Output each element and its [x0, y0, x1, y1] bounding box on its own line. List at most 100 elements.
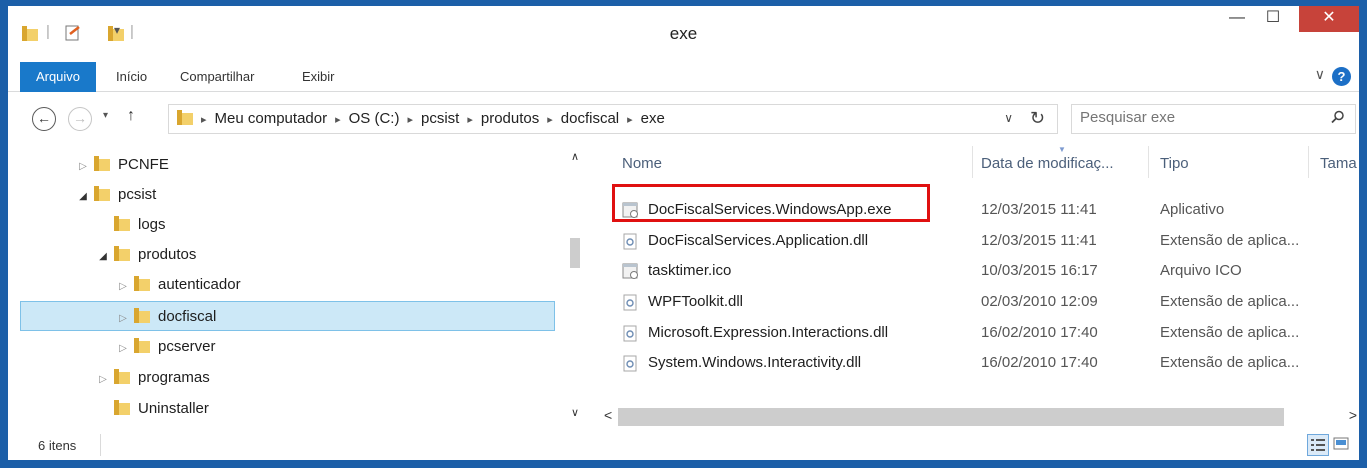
- tree-item-produtos[interactable]: ◢ produtos: [20, 240, 555, 270]
- maximize-button[interactable]: ☐: [1259, 6, 1287, 32]
- tree-item-label: logs: [138, 216, 166, 233]
- column-data-modificacao[interactable]: Data de modificaç...: [981, 155, 1114, 172]
- file-row[interactable]: tasktimer.ico 10/03/2015 16:17 Arquivo I…: [602, 256, 1359, 286]
- breadcrumb-separator[interactable]: ▸: [407, 114, 413, 126]
- expand-icon[interactable]: ▷: [116, 272, 130, 302]
- expand-icon[interactable]: ▷: [116, 304, 130, 334]
- tab-inicio[interactable]: Início: [116, 66, 147, 88]
- scroll-up-icon[interactable]: ∧: [571, 150, 579, 163]
- folder-icon: [114, 400, 130, 415]
- folder-icon: [114, 246, 130, 261]
- breadcrumb: ▸ Meu computador ▸ OS (C:) ▸ pcsist ▸ produtos ▸…: [177, 110, 665, 127]
- tab-exibir[interactable]: Exibir: [302, 66, 335, 88]
- column-tamanho[interactable]: Tama: [1320, 155, 1357, 172]
- navigation-pane: ▷ PCNFE ◢ pcsist logs ◢ produtos ▷ autentica…: [20, 142, 580, 427]
- search-input[interactable]: [1080, 109, 1310, 126]
- column-divider[interactable]: [1308, 146, 1309, 178]
- folder-icon: [134, 276, 150, 291]
- file-type: Extensão de aplica...: [1160, 232, 1300, 249]
- breadcrumb-item[interactable]: exe: [641, 110, 665, 127]
- tree-item-programas[interactable]: ▷ programas: [20, 363, 555, 393]
- file-row[interactable]: DocFiscalServices.Application.dll 12/03/…: [602, 226, 1359, 256]
- file-type: Extensão de aplica...: [1160, 324, 1300, 341]
- recent-locations-icon[interactable]: ▾: [103, 110, 108, 121]
- tree-item-pcserver[interactable]: ▷ pcserver: [20, 332, 555, 362]
- column-tipo[interactable]: Tipo: [1160, 155, 1189, 172]
- close-button[interactable]: ✕: [1299, 6, 1359, 32]
- window-frame: | ▾ | exe — ☐ ✕ Arquivo Início Compartil…: [0, 0, 1367, 468]
- tab-arquivo[interactable]: Arquivo: [20, 62, 96, 92]
- expand-icon[interactable]: ▷: [76, 152, 90, 182]
- breadcrumb-separator[interactable]: ▸: [201, 114, 207, 126]
- tree-item-uninstaller[interactable]: Uninstaller: [20, 394, 555, 424]
- tree-item-logs[interactable]: logs: [20, 210, 555, 240]
- file-type: Extensão de aplica...: [1160, 293, 1300, 310]
- scroll-thumb[interactable]: [570, 238, 580, 268]
- help-icon[interactable]: ?: [1332, 67, 1351, 86]
- folder-icon: [114, 216, 130, 231]
- large-icons-view-button[interactable]: [1331, 434, 1353, 456]
- file-type: Aplicativo: [1160, 201, 1225, 218]
- ribbon-tabs: Arquivo Início Compartilhar Exibir ∨ ?: [8, 62, 1359, 92]
- minimize-button[interactable]: —: [1223, 6, 1251, 32]
- large-icons-view-icon: [1333, 437, 1349, 450]
- collapse-icon[interactable]: ◢: [76, 182, 90, 212]
- file-row[interactable]: System.Windows.Interactivity.dll 16/02/2…: [602, 348, 1359, 378]
- scroll-thumb[interactable]: [618, 408, 1284, 426]
- address-bar[interactable]: ▸ Meu computador ▸ OS (C:) ▸ pcsist ▸ produtos ▸…: [168, 104, 1058, 134]
- tree-item-label: docfiscal: [158, 308, 217, 325]
- navigation-bar: ← → ▾ ↑ ▸ Meu computador ▸ OS (C:) ▸ pcsist ▸ p…: [8, 94, 1359, 140]
- tree-item-label: pcserver: [158, 338, 216, 355]
- breadcrumb-item[interactable]: pcsist: [421, 110, 459, 127]
- folder-icon: [94, 186, 110, 201]
- breadcrumb-separator[interactable]: ▸: [335, 114, 341, 126]
- tree-item-autenticador[interactable]: ▷ autenticador: [20, 270, 555, 300]
- breadcrumb-item[interactable]: docfiscal: [561, 110, 619, 127]
- dll-icon: [623, 325, 637, 342]
- horizontal-scrollbar[interactable]: < >: [602, 404, 1359, 426]
- folder-icon: [134, 338, 150, 353]
- folder-icon: [94, 156, 110, 171]
- breadcrumb-separator[interactable]: ▸: [467, 114, 473, 126]
- breadcrumb-separator[interactable]: ▸: [547, 114, 553, 126]
- file-row[interactable]: WPFToolkit.dll 02/03/2010 12:09 Extensão…: [602, 287, 1359, 317]
- dll-icon: [623, 294, 637, 311]
- tree-item-pcsist[interactable]: ◢ pcsist: [20, 180, 555, 210]
- tab-compartilhar[interactable]: Compartilhar: [180, 66, 254, 88]
- expand-ribbon-icon[interactable]: ∨: [1315, 66, 1325, 83]
- scroll-left-icon[interactable]: <: [604, 407, 612, 423]
- breadcrumb-item[interactable]: Meu computador: [215, 110, 328, 127]
- forward-button[interactable]: →: [68, 107, 92, 131]
- expand-icon[interactable]: ▷: [96, 365, 110, 395]
- tree-item-label: programas: [138, 369, 210, 386]
- title-bar: | ▾ | exe — ☐ ✕: [8, 6, 1359, 58]
- refresh-icon[interactable]: ↻: [1030, 108, 1045, 129]
- breadcrumb-item[interactable]: produtos: [481, 110, 539, 127]
- back-button[interactable]: ←: [32, 107, 56, 131]
- details-view-button[interactable]: [1307, 434, 1329, 456]
- tree-item-docfiscal[interactable]: ▷ docfiscal: [20, 301, 555, 331]
- status-bar: 6 itens: [8, 430, 1359, 460]
- up-button[interactable]: ↑: [127, 107, 135, 125]
- column-divider[interactable]: [972, 146, 973, 178]
- file-name: DocFiscalServices.Application.dll: [648, 232, 869, 249]
- file-row[interactable]: Microsoft.Expression.Interactions.dll 16…: [602, 318, 1359, 348]
- collapse-icon[interactable]: ◢: [96, 242, 110, 272]
- dll-icon: [623, 355, 637, 372]
- breadcrumb-item[interactable]: OS (C:): [349, 110, 400, 127]
- column-nome[interactable]: Nome: [622, 155, 662, 172]
- breadcrumb-separator[interactable]: ▸: [627, 114, 633, 126]
- explorer-window: | ▾ | exe — ☐ ✕ Arquivo Início Compartil…: [8, 6, 1359, 460]
- file-type: Arquivo ICO: [1160, 262, 1242, 279]
- navigation-scrollbar[interactable]: ∧ ∨: [568, 142, 580, 427]
- tree-item-pcnfe[interactable]: ▷ PCNFE: [20, 150, 555, 180]
- address-dropdown-icon[interactable]: ∨: [1004, 111, 1013, 125]
- status-divider: [100, 434, 101, 456]
- file-name: tasktimer.ico: [648, 262, 732, 279]
- search-icon[interactable]: [1331, 110, 1345, 124]
- expand-icon[interactable]: ▷: [116, 334, 130, 364]
- scroll-down-icon[interactable]: ∨: [571, 406, 579, 419]
- folder-icon: [134, 308, 150, 323]
- scroll-right-icon[interactable]: >: [1349, 407, 1357, 423]
- column-divider[interactable]: [1148, 146, 1149, 178]
